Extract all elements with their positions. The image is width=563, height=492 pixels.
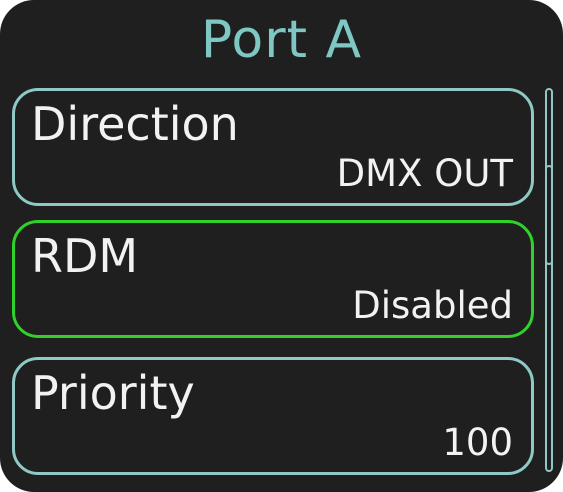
menu-item-label: Direction [31,97,239,151]
screen-title: Port A [200,10,363,70]
device-screen: Port A Direction DMX OUT RDM Disabled Pr… [0,0,563,492]
scrollbar-track[interactable] [545,88,553,472]
scrollbar-thumb[interactable] [545,164,553,265]
menu-item-priority[interactable]: Priority 100 [12,357,534,475]
menu-item-value: DMX OUT [336,152,513,195]
menu-item-label: Priority [31,366,195,420]
menu-item-direction[interactable]: Direction DMX OUT [12,88,534,206]
menu-item-rdm[interactable]: RDM Disabled [12,220,534,338]
menu-item-label: RDM [31,229,139,283]
menu-item-value: Disabled [352,284,513,327]
menu-item-value: 100 [442,421,513,464]
